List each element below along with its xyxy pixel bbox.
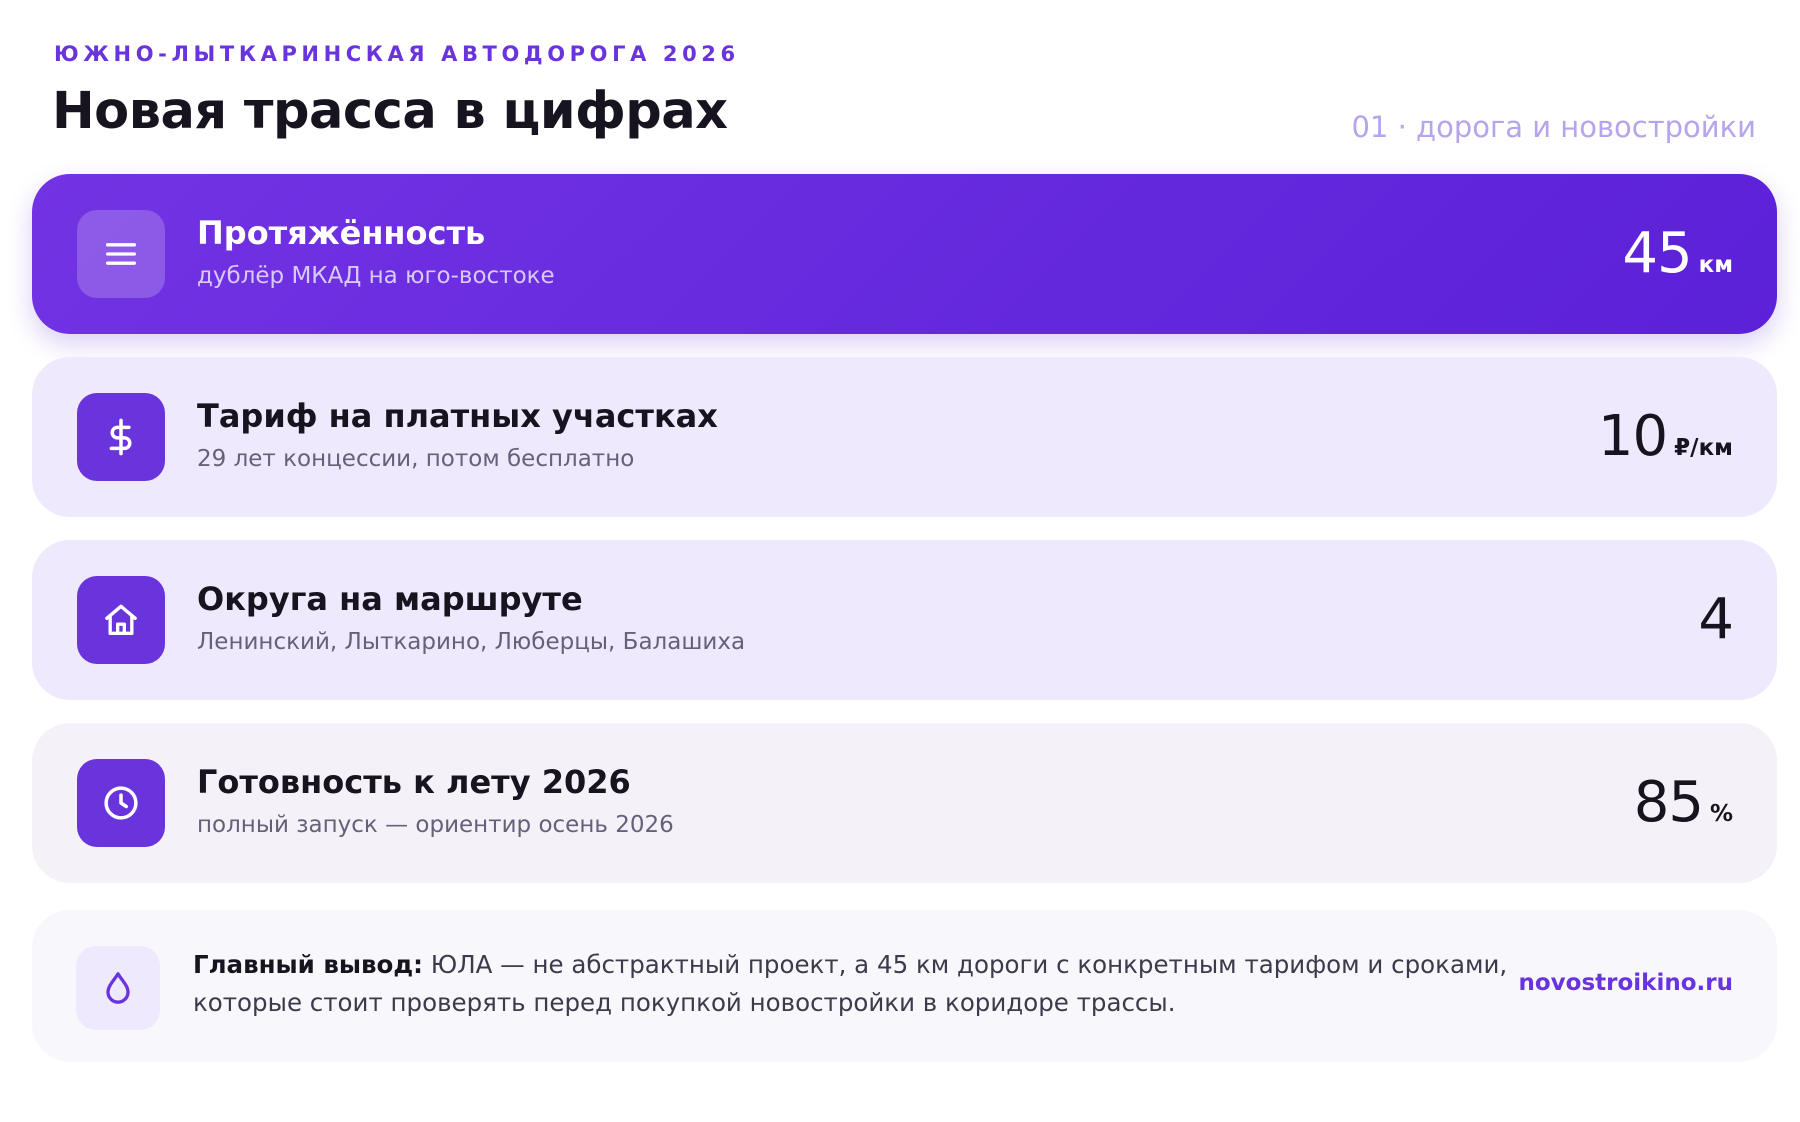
stat-title: Готовность к лету 2026 (197, 763, 631, 801)
stat-title: Округа на маршруте (197, 580, 583, 618)
source-link[interactable]: novostroikino.ru (1519, 970, 1734, 996)
dollar-icon (77, 393, 165, 481)
home-icon (77, 576, 165, 664)
infographic-page: ЮЖНО-ЛЫТКАРИНСКАЯ АВТОДОРОГА 2026 Новая … (0, 0, 1800, 1122)
stat-value-number: 85 (1633, 770, 1704, 835)
stat-card-tariff: Тариф на платных участках 29 лет концесс… (32, 357, 1777, 517)
stat-card-districts: Округа на маршруте Ленинский, Лыткарино,… (32, 540, 1777, 700)
conclusion-label: Главный вывод: (193, 950, 423, 979)
page-indicator: 01 · дорога и новостройки (1351, 110, 1756, 144)
stat-value-unit: ₽/км (1674, 435, 1733, 461)
stat-value: 85 % (1634, 771, 1733, 835)
eyebrow-label: ЮЖНО-ЛЫТКАРИНСКАЯ АВТОДОРОГА 2026 (54, 42, 740, 66)
stat-value: 45 км (1622, 222, 1733, 286)
stat-card-readiness: Готовность к лету 2026 полный запуск — о… (32, 723, 1777, 883)
stat-title: Протяжённость (197, 214, 486, 252)
stat-value: 4 (1698, 587, 1734, 652)
stat-value-number: 4 (1698, 587, 1734, 652)
drop-icon (76, 946, 160, 1030)
stat-card-length: Протяжённость дублёр МКАД на юго-востоке… (32, 174, 1777, 334)
stat-subtitle: 29 лет концессии, потом бесплатно (197, 446, 635, 472)
conclusion-box: Главный вывод: ЮЛА — не абстрактный прое… (32, 910, 1777, 1062)
stat-value-number: 45 (1622, 221, 1692, 286)
stat-subtitle: дублёр МКАД на юго-востоке (197, 263, 555, 289)
stat-value: 10 ₽/км (1598, 405, 1733, 469)
page-title: Новая трасса в цифрах (52, 82, 728, 141)
stat-subtitle: Ленинский, Лыткарино, Люберцы, Балашиха (197, 629, 746, 655)
conclusion-text: Главный вывод: ЮЛА — не абстрактный прое… (193, 946, 1523, 1022)
stat-value-unit: % (1709, 801, 1733, 827)
stat-title: Тариф на платных участках (197, 397, 718, 435)
stat-value-unit: км (1698, 252, 1733, 278)
stat-value-number: 10 (1597, 404, 1668, 469)
stat-subtitle: полный запуск — ориентир осень 2026 (197, 812, 674, 838)
clock-icon (77, 759, 165, 847)
menu-icon (77, 210, 165, 298)
